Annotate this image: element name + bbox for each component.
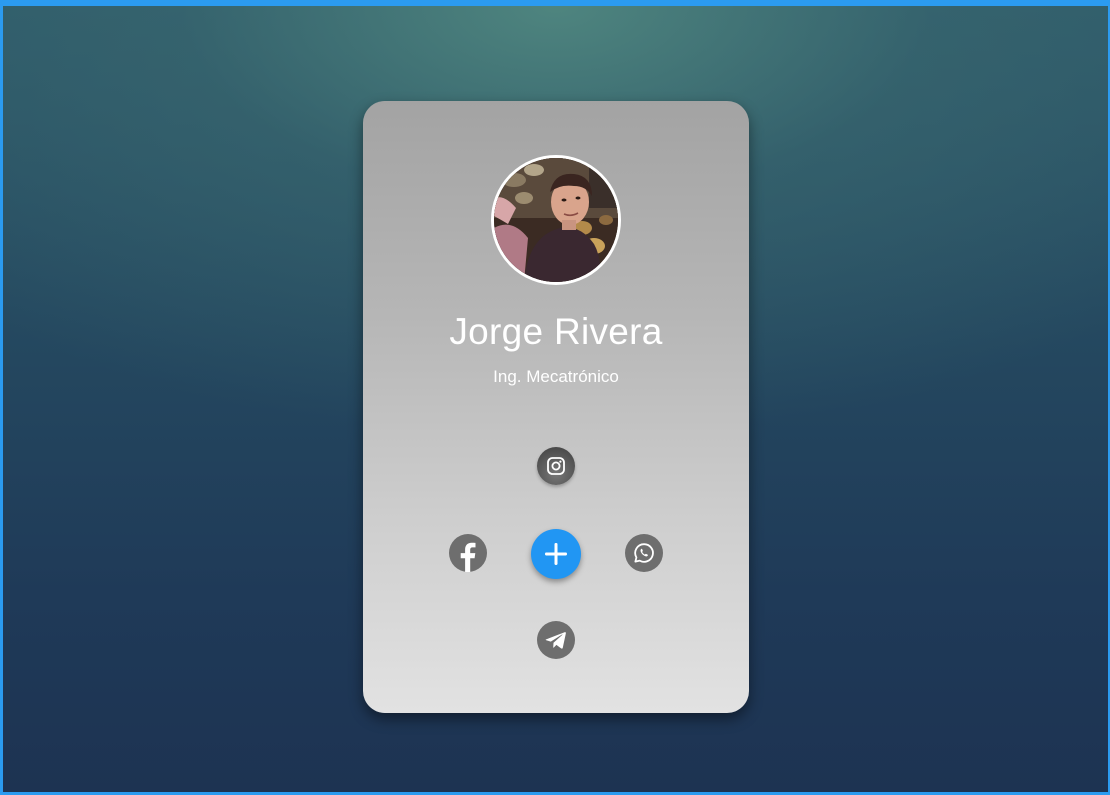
plus-icon <box>545 543 567 565</box>
instagram-button[interactable] <box>537 447 575 485</box>
profile-name: Jorge Rivera <box>449 311 663 352</box>
toggle-menu-button[interactable] <box>531 529 581 579</box>
facebook-icon <box>460 542 476 572</box>
whatsapp-icon <box>634 543 654 563</box>
profile-role: Ing. Mecatrónico <box>493 367 619 386</box>
telegram-icon <box>545 632 566 649</box>
whatsapp-button[interactable] <box>625 534 663 572</box>
avatar <box>491 155 621 285</box>
instagram-icon <box>547 457 565 475</box>
page-background: Jorge Rivera Ing. Mecatrónico <box>0 0 1110 795</box>
profile-card: Jorge Rivera Ing. Mecatrónico <box>363 101 749 713</box>
facebook-button[interactable] <box>449 534 487 572</box>
telegram-button[interactable] <box>537 621 575 659</box>
